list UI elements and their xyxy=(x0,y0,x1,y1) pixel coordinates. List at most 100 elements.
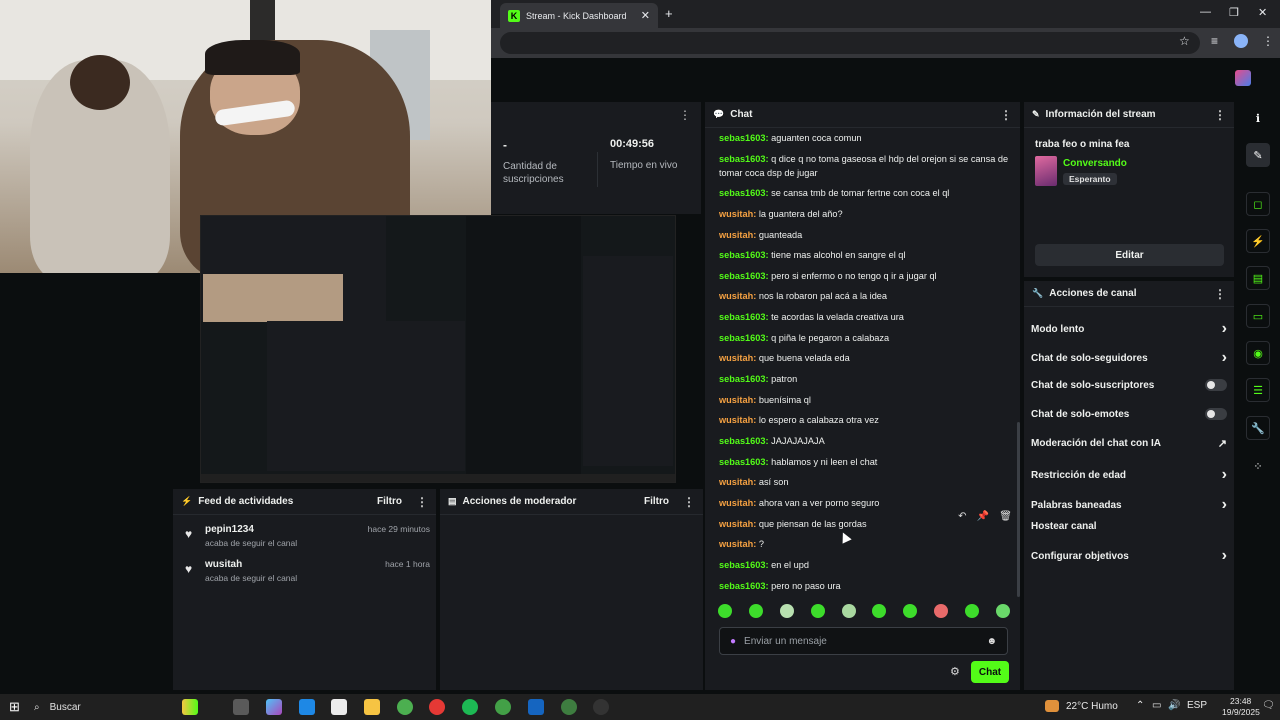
close-tab-icon[interactable]: ✕ xyxy=(641,9,650,22)
clipboard-icon[interactable]: ▤ xyxy=(1246,266,1270,290)
chat-username[interactable]: wusitah xyxy=(719,291,753,301)
channel-action-item[interactable]: Chat de solo-suscriptores xyxy=(1031,379,1227,391)
chat-username[interactable]: sebas1603 xyxy=(719,581,766,591)
toggle-switch[interactable] xyxy=(1205,379,1227,391)
chat-message[interactable]: wusitah: lo espero a calabaza otra vez xyxy=(719,414,1009,428)
obs-icon[interactable] xyxy=(593,699,609,715)
chat-username[interactable]: sebas1603 xyxy=(719,436,766,446)
copilot-sparkle-icon[interactable] xyxy=(182,699,198,715)
window-close-icon[interactable]: ✕ xyxy=(1258,6,1267,19)
emote-icon[interactable] xyxy=(965,604,979,618)
emote-icon[interactable] xyxy=(903,604,918,618)
chat-message[interactable]: wusitah: ? xyxy=(719,538,1009,552)
new-tab-button[interactable]: + xyxy=(665,6,673,21)
channel-action-item[interactable]: Chat de solo-seguidores › xyxy=(1031,349,1227,367)
url-input[interactable] xyxy=(500,32,1200,54)
app-icon[interactable] xyxy=(528,699,544,715)
chat-message[interactable]: wusitah: así son xyxy=(719,476,1009,490)
spotify-icon[interactable] xyxy=(462,699,478,715)
chat-icon[interactable]: ▭ xyxy=(1246,304,1270,328)
weather-label[interactable]: 22°C Humo xyxy=(1066,701,1118,712)
minimize-icon[interactable]: — xyxy=(1200,6,1211,18)
feed-item[interactable]: ♥ pepin1234 hace 29 minutos acaba de seguir… xyxy=(185,524,430,554)
channel-action-item[interactable]: Modo lento › xyxy=(1031,320,1227,338)
channel-actions-menu-icon[interactable]: ⋮ xyxy=(1214,287,1226,301)
chat-message[interactable]: sebas1603: pero no paso ura xyxy=(719,580,1009,594)
chat-username[interactable]: wusitah xyxy=(719,498,753,508)
chat-message[interactable]: sebas1603: te acordas la velada creativa… xyxy=(719,311,1009,325)
notifications-icon[interactable]: 🗨 xyxy=(1262,700,1275,711)
chat-username[interactable]: wusitah xyxy=(719,230,753,240)
chat-username[interactable]: wusitah xyxy=(719,477,753,487)
emote-icon[interactable] xyxy=(872,604,887,618)
browser-tab[interactable]: K Stream - Kick Dashboard ✕ xyxy=(500,3,658,28)
chat-username[interactable]: wusitah xyxy=(719,395,753,405)
feed-menu-icon[interactable]: ⋮ xyxy=(416,495,428,509)
chat-message[interactable]: sebas1603: tiene mas alcohol en sangre e… xyxy=(719,249,1009,263)
chat-message[interactable]: sebas1603: JAJAJAJAJA xyxy=(719,435,1009,449)
edge-icon[interactable] xyxy=(299,699,315,715)
clock-time[interactable]: 23:48 xyxy=(1230,696,1251,706)
apps-icon[interactable]: ⁘ xyxy=(1246,454,1270,478)
reading-list-icon[interactable]: ≡ xyxy=(1211,34,1218,48)
toggle-switch[interactable] xyxy=(1205,408,1227,420)
channel-action-item[interactable]: Palabras baneadas › xyxy=(1031,496,1227,514)
chat-message[interactable]: wusitah: guanteada xyxy=(719,229,1009,243)
kick-app-logo-icon[interactable] xyxy=(1235,70,1251,86)
info-icon[interactable]: ℹ xyxy=(1246,106,1270,130)
feed-username[interactable]: wusitah xyxy=(205,559,242,570)
chat-message[interactable]: wusitah: que buena velada eda xyxy=(719,352,1009,366)
chat-message[interactable]: wusitah: buenísima ql xyxy=(719,394,1009,408)
stats-menu-icon[interactable]: ⋮ xyxy=(679,108,691,122)
stream-preview[interactable] xyxy=(200,215,676,483)
chat-message[interactable]: sebas1603: en el upd xyxy=(719,559,1009,573)
chat-message[interactable]: sebas1603: q dice q no toma gaseosa el h… xyxy=(719,153,1009,180)
chat-message[interactable]: sebas1603: aguanten coca comun xyxy=(719,132,1009,146)
emote-icon[interactable] xyxy=(718,604,732,618)
emote-icon[interactable] xyxy=(995,604,1010,618)
profile-avatar[interactable] xyxy=(1234,34,1248,48)
send-chat-button[interactable]: Chat xyxy=(971,661,1009,683)
emote-icon[interactable] xyxy=(934,604,949,618)
chrome-profile-icon[interactable] xyxy=(495,699,511,715)
language-label[interactable]: ESP xyxy=(1187,700,1207,711)
chat-username[interactable]: sebas1603 xyxy=(719,154,766,164)
chrome-menu-icon[interactable]: ⋮ xyxy=(1262,34,1274,48)
chat-message[interactable]: sebas1603: pero si enfermo o no tengo q … xyxy=(719,270,1009,284)
chat-username[interactable]: sebas1603 xyxy=(719,374,766,384)
microphone-icon[interactable]: ● xyxy=(730,636,736,647)
chrome-icon[interactable] xyxy=(397,699,413,715)
chrome-active-icon[interactable] xyxy=(561,699,577,715)
emote-icon[interactable] xyxy=(748,604,763,618)
moderator-filter-button[interactable]: Filtro xyxy=(644,496,669,507)
network-icon[interactable]: ▭ xyxy=(1152,700,1161,711)
feed-filter-button[interactable]: Filtro xyxy=(377,496,402,507)
chat-username[interactable]: sebas1603 xyxy=(719,457,766,467)
task-view-icon[interactable] xyxy=(233,699,249,715)
store-icon[interactable] xyxy=(331,699,347,715)
delete-icon[interactable]: 🗑 xyxy=(999,511,1012,522)
chat-username[interactable]: sebas1603 xyxy=(719,560,766,570)
chat-username[interactable]: sebas1603 xyxy=(719,333,766,343)
lightning-icon[interactable]: ⚡ xyxy=(1246,229,1270,253)
channel-action-item[interactable]: Chat de solo-emotes xyxy=(1031,408,1227,420)
layout-icon[interactable]: ☰ xyxy=(1246,378,1270,402)
emote-icon[interactable] xyxy=(810,604,825,618)
channel-action-item[interactable]: Configurar objetivos › xyxy=(1031,547,1227,565)
moderator-menu-icon[interactable]: ⋮ xyxy=(683,495,695,509)
emoji-picker-icon[interactable]: ☻ xyxy=(986,636,997,647)
reply-icon[interactable]: ↶ xyxy=(958,511,966,522)
chat-username[interactable]: wusitah xyxy=(719,539,753,549)
chat-username[interactable]: sebas1603 xyxy=(719,271,766,281)
chat-settings-gear-icon[interactable]: ⚙ xyxy=(950,665,960,678)
clock-date[interactable]: 19/9/2025 xyxy=(1222,707,1260,717)
volume-icon[interactable]: 🔊 xyxy=(1168,700,1180,711)
chat-username[interactable]: sebas1603 xyxy=(719,250,766,260)
chat-message[interactable]: wusitah: la guantera del año? xyxy=(719,208,1009,222)
chat-message[interactable]: sebas1603: q piña le pegaron a calabaza xyxy=(719,332,1009,346)
emote-icon[interactable] xyxy=(841,604,856,618)
tray-chevron-icon[interactable]: ⌃ xyxy=(1136,700,1144,711)
chat-menu-icon[interactable]: ⋮ xyxy=(1000,108,1012,122)
emote-icon[interactable] xyxy=(779,604,794,618)
chat-scrollbar[interactable] xyxy=(1017,422,1020,597)
